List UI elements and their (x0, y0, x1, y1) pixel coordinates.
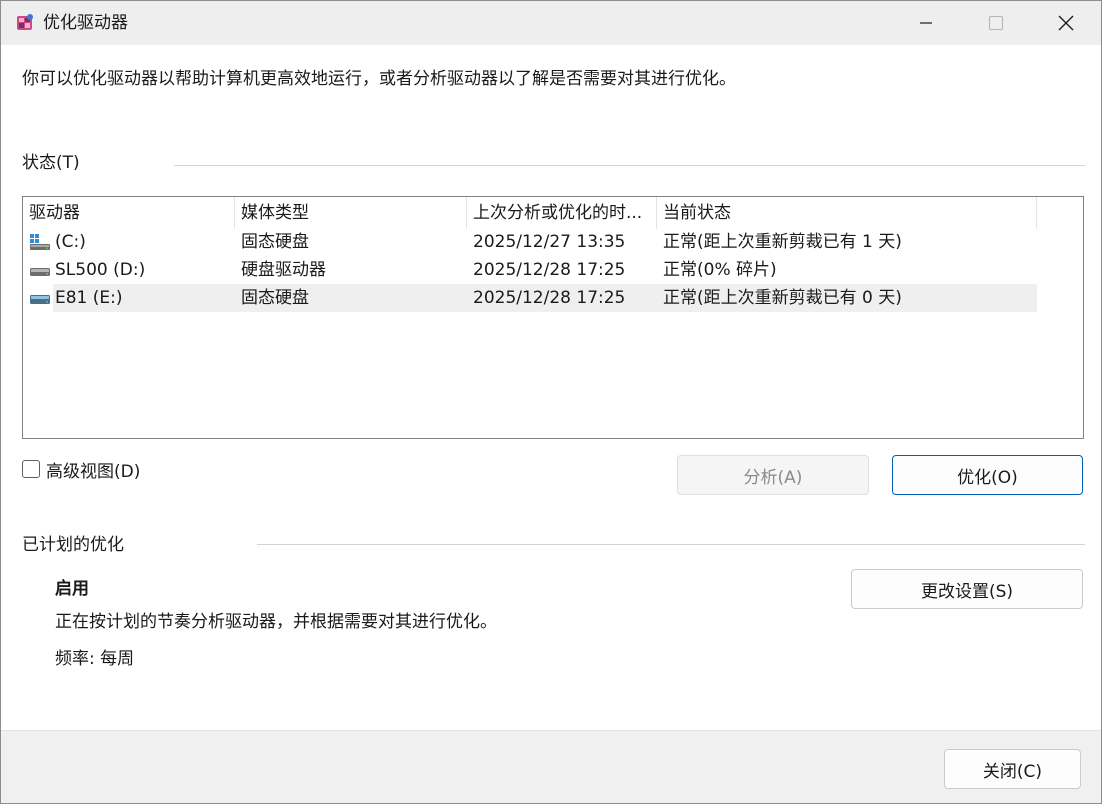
minimize-button[interactable] (891, 1, 961, 45)
schedule-status: 启用 (55, 579, 89, 599)
status-divider (174, 165, 1085, 166)
drive-row[interactable]: (C:) 固态硬盘 2025/12/27 13:35 正常(距上次重新剪裁已有 … (23, 228, 1037, 256)
drive-list[interactable]: 驱动器 媒体类型 上次分析或优化的时... 当前状态 (C:) 固态硬盘 202… (22, 196, 1084, 439)
drive-status: 正常(距上次重新剪裁已有 0 天) (663, 288, 902, 308)
dialog-footer: 关闭(C) (1, 730, 1101, 803)
column-header-media-type[interactable]: 媒体类型 (235, 197, 467, 229)
hdd-drive-icon (29, 261, 51, 279)
window-title: 优化驱动器 (43, 13, 128, 33)
advanced-view-label: 高级视图(D) (46, 461, 141, 482)
drive-status: 正常(0% 碎片) (663, 260, 777, 280)
advanced-view-checkbox[interactable]: 高级视图(D) (22, 458, 141, 482)
drive-last-run: 2025/12/28 17:25 (473, 260, 626, 280)
schedule-frequency: 频率: 每周 (55, 649, 135, 669)
analyze-button[interactable]: 分析(A) (677, 455, 869, 495)
close-icon (1058, 15, 1074, 31)
schedule-description: 正在按计划的节奏分析驱动器，并根据需要对其进行优化。 (55, 612, 497, 632)
windows-drive-icon (29, 233, 51, 251)
drive-row[interactable]: SL500 (D:) 硬盘驱动器 2025/12/28 17:25 正常(0% … (23, 256, 1037, 284)
drive-row-selected[interactable]: E81 (E:) 固态硬盘 2025/12/28 17:25 正常(距上次重新剪… (23, 284, 1037, 312)
minimize-icon (920, 22, 932, 24)
defrag-app-icon (15, 13, 35, 33)
drive-last-run: 2025/12/27 13:35 (473, 232, 626, 252)
column-header-last-run[interactable]: 上次分析或优化的时... (467, 197, 657, 229)
maximize-button[interactable] (961, 1, 1031, 45)
column-header-drive[interactable]: 驱动器 (23, 197, 235, 229)
column-header-current-status[interactable]: 当前状态 (657, 197, 1037, 229)
drive-media-type: 固态硬盘 (241, 288, 309, 308)
drive-list-header: 驱动器 媒体类型 上次分析或优化的时... 当前状态 (23, 197, 1037, 229)
drive-status: 正常(距上次重新剪裁已有 1 天) (663, 232, 902, 252)
checkbox-box[interactable] (22, 460, 40, 478)
change-settings-button[interactable]: 更改设置(S) (851, 569, 1083, 609)
close-window-button[interactable] (1031, 1, 1101, 45)
title-bar[interactable]: 优化驱动器 (1, 1, 1101, 45)
drive-media-type: 硬盘驱动器 (241, 260, 326, 280)
status-group-label: 状态(T) (22, 153, 80, 173)
scheduled-group-label: 已计划的优化 (22, 535, 124, 555)
drive-name: E81 (E:) (55, 288, 123, 308)
drive-name: (C:) (55, 232, 86, 252)
ssd-drive-icon (29, 289, 51, 307)
drive-name: SL500 (D:) (55, 260, 146, 280)
drive-last-run: 2025/12/28 17:25 (473, 288, 626, 308)
dialog-description: 你可以优化驱动器以帮助计算机更高效地运行，或者分析驱动器以了解是否需要对其进行优… (22, 69, 736, 89)
drive-media-type: 固态硬盘 (241, 232, 309, 252)
close-button[interactable]: 关闭(C) (944, 749, 1081, 789)
scheduled-divider (257, 544, 1085, 545)
optimize-drives-window: 优化驱动器 你可以优化驱动器以帮助计算机更高效地运行，或者分析驱动器以了解是否需… (0, 0, 1102, 804)
optimize-button[interactable]: 优化(O) (892, 455, 1083, 495)
maximize-icon (988, 15, 1004, 31)
